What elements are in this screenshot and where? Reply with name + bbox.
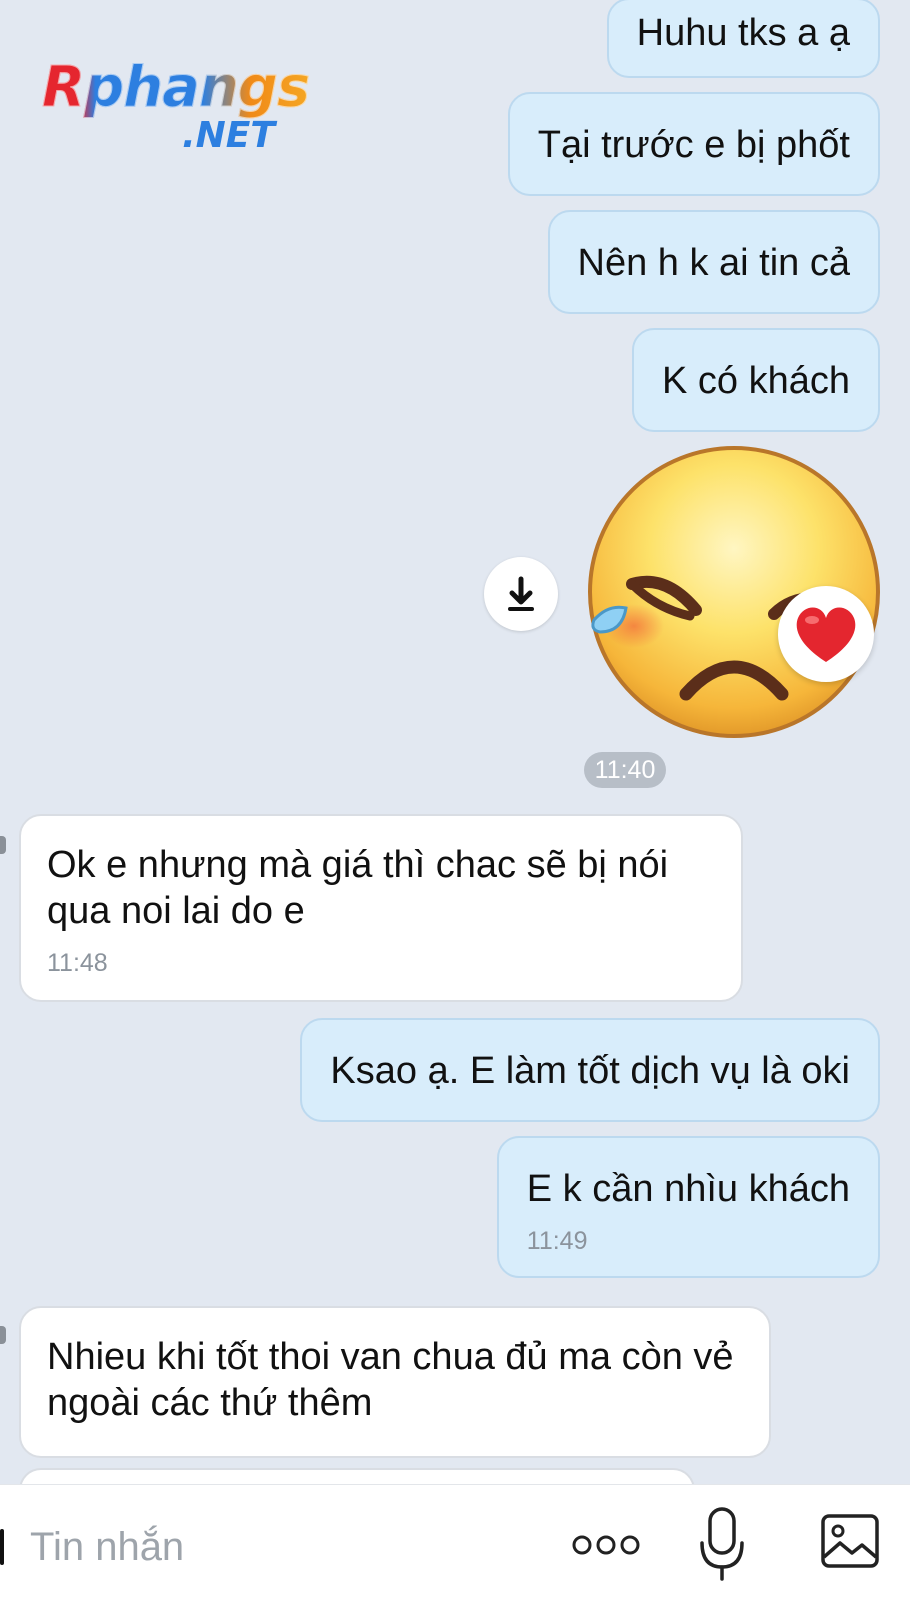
watermark-brand: Rphangs — [41, 55, 310, 120]
microphone-icon[interactable] — [698, 1505, 746, 1585]
message-time: 11:49 — [526, 1227, 588, 1255]
message-text: Nhieu khi tốt thoi van chua đủ ma còn vẻ… — [47, 1336, 734, 1424]
download-button[interactable] — [484, 557, 558, 631]
message-outgoing[interactable]: Tại trước e bị phốt — [507, 92, 880, 196]
message-outgoing[interactable]: Huhu tks a ạ — [606, 0, 880, 78]
heart-reaction[interactable] — [778, 586, 874, 682]
message-text: Tại trước e bị phốt — [537, 124, 850, 166]
image-icon[interactable] — [820, 1513, 880, 1569]
sender-avatar-edge — [0, 1326, 6, 1344]
time-divider: 11:40 — [584, 752, 666, 788]
watermark-logo: Rphangs .NET — [41, 55, 332, 166]
watermark-suffix: .NET — [182, 115, 275, 156]
message-incoming[interactable]: Ok e nhưng mà giá thì chac sẽ bị nói qua… — [19, 814, 743, 1002]
composer-left-edge — [0, 1529, 4, 1565]
message-time: 11:48 — [47, 949, 108, 977]
message-text: Ok e nhưng mà giá thì chac sẽ bị nói qua… — [47, 844, 669, 932]
heart-icon — [796, 607, 856, 662]
message-outgoing[interactable]: Nên h k ai tin cả — [547, 210, 880, 314]
more-options-icon[interactable] — [570, 1525, 642, 1565]
message-incoming[interactable]: Nhieu khi tốt thoi van chua đủ ma còn vẻ… — [19, 1306, 771, 1458]
sender-avatar-edge — [0, 836, 6, 854]
message-input[interactable]: Tin nhắn — [30, 1523, 184, 1571]
message-outgoing[interactable]: Ksao ạ. E làm tốt dịch vụ là oki — [300, 1018, 880, 1122]
message-text: Huhu tks a ạ — [636, 12, 850, 54]
message-composer: Tin nhắn — [0, 1484, 910, 1601]
message-text: E k cần nhìu khách — [526, 1168, 850, 1210]
message-outgoing[interactable]: E k cần nhìu khách 11:49 — [496, 1136, 880, 1278]
message-text: Nên h k ai tin cả — [577, 242, 850, 284]
message-text: Ksao ạ. E làm tốt dịch vụ là oki — [330, 1050, 850, 1092]
download-icon — [508, 576, 534, 611]
message-outgoing[interactable]: K có khách — [632, 328, 880, 432]
message-text: K có khách — [662, 360, 850, 402]
